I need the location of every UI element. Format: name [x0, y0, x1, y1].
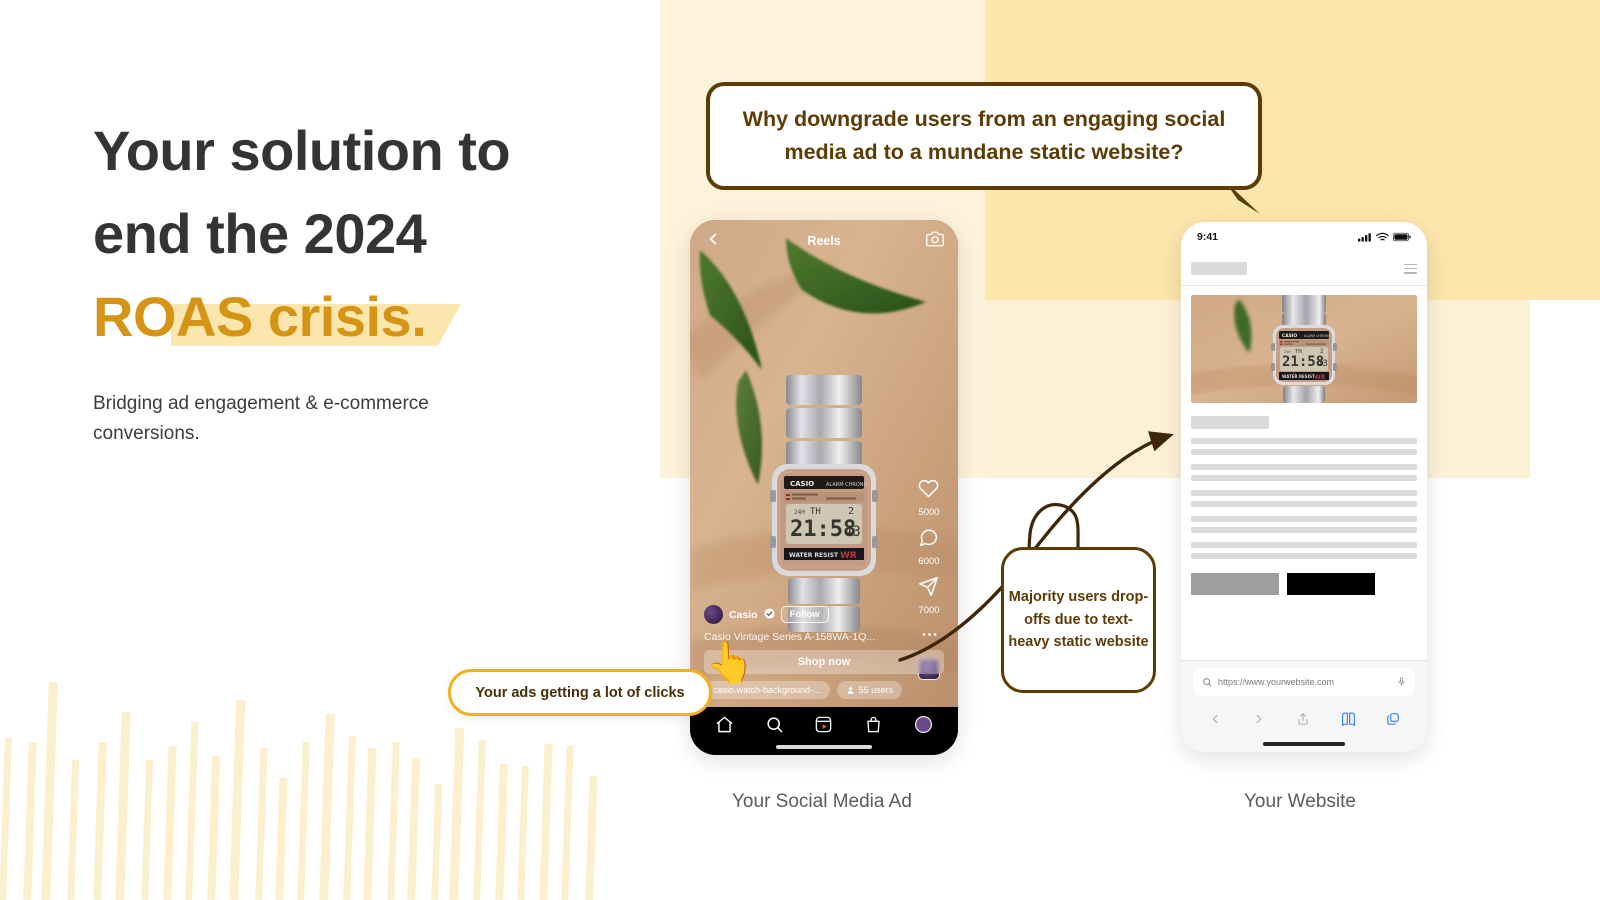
share-icon[interactable]: [1296, 712, 1310, 731]
url-input[interactable]: https://www.yourwebsite.com: [1193, 667, 1415, 696]
url-text: https://www.yourwebsite.com: [1218, 676, 1335, 687]
verified-badge-icon: [764, 606, 775, 624]
home-icon[interactable]: [715, 715, 734, 739]
skeleton-line: [1191, 449, 1417, 455]
website-phone-mockup: 9:41 CASIO ALARM CHRONO 24H TH 2 21:58 4…: [1181, 222, 1427, 752]
section-title-placeholder: [1191, 416, 1269, 429]
svg-text:WATER RESIST: WATER RESIST: [789, 552, 839, 559]
home-indicator: [1263, 742, 1345, 746]
status-time: 9:41: [1197, 231, 1219, 243]
hamburger-menu-icon[interactable]: [1404, 263, 1417, 274]
text-skeleton-block: [1191, 438, 1417, 559]
svg-text:43: 43: [1317, 359, 1328, 369]
tabs-icon[interactable]: [1386, 712, 1400, 731]
svg-text:2: 2: [848, 506, 854, 517]
skeleton-line-group: [1191, 464, 1417, 481]
secondary-cta-placeholder[interactable]: [1191, 573, 1279, 595]
chevron-left-icon[interactable]: [704, 230, 722, 253]
account-name: Casio: [729, 608, 758, 621]
like-action[interactable]: 5000: [918, 478, 940, 518]
cta-row: [1191, 573, 1417, 595]
comment-icon[interactable]: [918, 527, 939, 553]
skeleton-line-group: [1191, 438, 1417, 455]
primary-cta-placeholder[interactable]: [1287, 573, 1375, 595]
skeleton-line-group: [1191, 490, 1417, 507]
share-icon[interactable]: [918, 576, 939, 602]
headline-line-1: Your solution to: [93, 119, 511, 182]
skeleton-line: [1191, 516, 1417, 522]
svg-text:TH: TH: [810, 507, 821, 517]
page-title: Your solution to end the 2024 ROAS crisi…: [93, 110, 613, 359]
users-pill[interactable]: 55 users: [836, 681, 903, 699]
caption-your-website: Your Website: [1244, 791, 1356, 812]
skeleton-line: [1191, 490, 1417, 496]
product-hero-image: CASIO ALARM CHRONO 24H TH 2 21:58 43 WAT…: [1191, 295, 1417, 403]
social-media-phone-mockup: CASIO ALARM CHRONO 24H TH 2 21:58 43 WAT…: [690, 220, 958, 755]
hero-copy: Your solution to end the 2024 ROAS crisi…: [93, 110, 613, 450]
search-icon: [1203, 677, 1212, 686]
svg-text:ALARM CHRONO: ALARM CHRONO: [1304, 334, 1331, 338]
svg-text:WR: WR: [840, 551, 857, 561]
svg-text:WATER RESIST: WATER RESIST: [1282, 374, 1315, 379]
skeleton-line: [1191, 501, 1417, 507]
skeleton-line: [1191, 542, 1417, 548]
headline-accent-text: ROAS crisis.: [93, 284, 427, 348]
speech-bubble: Why downgrade users from an engaging soc…: [706, 82, 1262, 190]
status-icons: [1358, 232, 1411, 242]
site-header: [1181, 252, 1427, 286]
svg-text:ALARM CHRONO: ALARM CHRONO: [826, 482, 868, 488]
comment-count: 6000: [918, 556, 940, 567]
skeleton-line-group: [1191, 516, 1417, 533]
skeleton-line: [1191, 475, 1417, 481]
battery-icon: [1393, 232, 1411, 242]
callout-dropoff: Majority users drop-offs due to text-hea…: [1001, 547, 1156, 693]
reels-title: Reels: [807, 234, 841, 248]
account-row: Casio Follow: [704, 605, 944, 624]
browser-url-bar: https://www.yourwebsite.com: [1181, 660, 1427, 702]
reels-icon[interactable]: [814, 715, 833, 739]
like-count: 5000: [918, 507, 940, 518]
callout-clicks: Your ads getting a lot of clicks: [448, 669, 712, 716]
pointing-hand-emoji: 👆: [705, 641, 755, 685]
svg-text:43: 43: [844, 524, 861, 540]
svg-text:CASIO: CASIO: [1282, 333, 1297, 339]
microphone-icon: [1398, 677, 1405, 686]
caption-social-media-ad: Your Social Media Ad: [732, 791, 912, 812]
reels-top-bar: Reels: [690, 220, 958, 262]
site-logo-placeholder: [1191, 262, 1247, 275]
headline-line-2: end the 2024: [93, 201, 427, 265]
camera-icon[interactable]: [926, 230, 944, 253]
headline-accent-line: ROAS crisis.: [93, 276, 613, 359]
users-pill-label: 55 users: [858, 685, 894, 695]
person-icon: [847, 686, 854, 694]
skeleton-line: [1191, 527, 1417, 533]
skeleton-line: [1191, 464, 1417, 470]
svg-text:WR: WR: [1314, 374, 1326, 381]
home-indicator: [776, 745, 872, 749]
callout-dropoff-text: Majority users drop-offs due to text-hea…: [1008, 589, 1149, 651]
callout-clicks-text: Your ads getting a lot of clicks: [475, 684, 685, 701]
follow-button[interactable]: Follow: [780, 606, 829, 623]
svg-text:24H: 24H: [794, 509, 805, 516]
skeleton-line-group: [1191, 542, 1417, 559]
hero-subcopy: Bridging ad engagement & e-commerce conv…: [93, 392, 429, 445]
speech-bubble-text: Why downgrade users from an engaging soc…: [742, 106, 1226, 164]
comment-action[interactable]: 6000: [918, 527, 940, 567]
profile-avatar-icon[interactable]: [914, 715, 933, 739]
heart-icon[interactable]: [918, 478, 939, 504]
skeleton-line: [1191, 438, 1417, 444]
cellular-signal-icon: [1358, 233, 1371, 242]
forward-chevron-icon[interactable]: [1252, 712, 1266, 731]
skeleton-line: [1191, 553, 1417, 559]
back-chevron-icon[interactable]: [1208, 712, 1222, 731]
search-icon[interactable]: [765, 715, 784, 739]
shop-bag-icon[interactable]: [864, 715, 883, 739]
status-bar: 9:41: [1181, 222, 1427, 252]
svg-text:CASIO: CASIO: [790, 480, 814, 488]
avatar[interactable]: [704, 605, 723, 624]
bookmarks-book-icon[interactable]: [1341, 712, 1356, 731]
wifi-icon: [1376, 232, 1389, 241]
